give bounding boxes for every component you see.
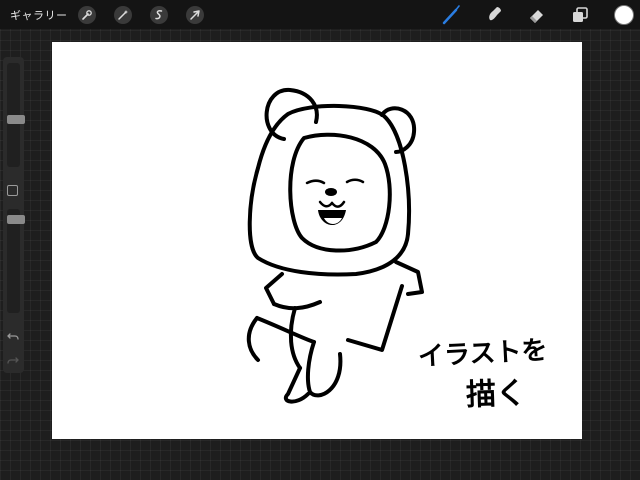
transform-button[interactable] (186, 6, 204, 24)
undo-icon[interactable] (7, 330, 19, 342)
brush-size-handle[interactable] (7, 115, 25, 124)
drawing-canvas[interactable]: イラストを 描く (52, 42, 582, 439)
wrench-icon (82, 10, 92, 20)
selection-icon (155, 10, 163, 20)
brush-size-slider[interactable] (7, 63, 25, 167)
cursor-arrow-icon (190, 10, 200, 20)
top-toolbar: ギャラリー (0, 0, 640, 29)
redo-icon[interactable] (7, 354, 19, 366)
left-sidebar (3, 57, 25, 373)
brush-icon[interactable] (441, 5, 461, 25)
layers-icon[interactable] (570, 5, 590, 25)
color-picker[interactable] (614, 5, 634, 25)
selection-button[interactable] (150, 6, 168, 24)
modify-button[interactable] (7, 185, 18, 196)
opacity-handle[interactable] (7, 215, 25, 224)
gallery-button[interactable]: ギャラリー (10, 7, 68, 23)
opacity-slider[interactable] (7, 209, 25, 313)
adjustments-button[interactable] (114, 6, 132, 24)
actions-button[interactable] (78, 6, 96, 24)
caption-line-2: 描く (465, 375, 527, 414)
magic-wand-icon (118, 10, 128, 20)
caption-line-1: イラストを (417, 335, 549, 373)
eraser-icon[interactable] (527, 5, 547, 25)
smudge-icon[interactable] (483, 5, 503, 25)
